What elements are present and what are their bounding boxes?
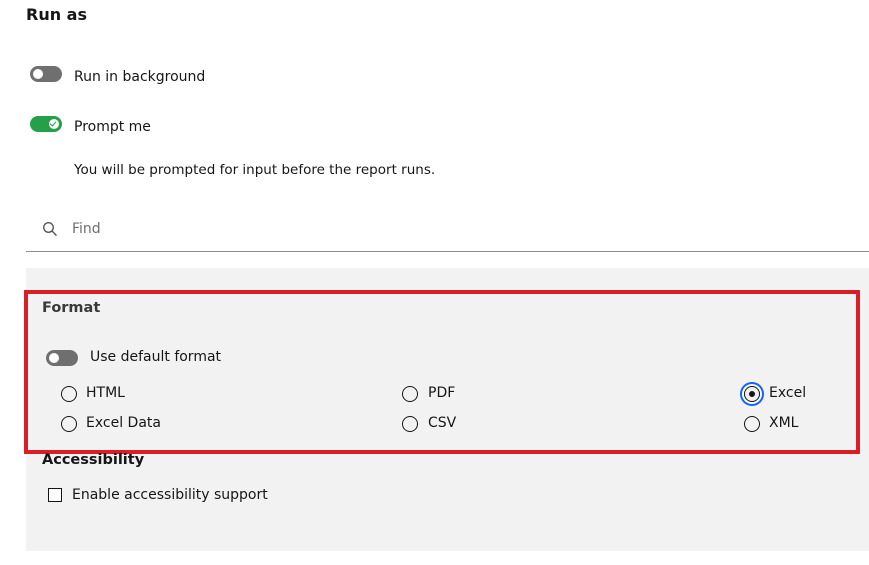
page-title: Run as	[26, 5, 87, 24]
prompt-me-helper-text: You will be prompted for input before th…	[74, 162, 436, 178]
format-highlight-box	[24, 290, 860, 454]
toggle-knob	[49, 119, 59, 129]
run-in-background-label: Run in background	[74, 69, 206, 85]
search-icon	[43, 222, 57, 236]
search-input[interactable]	[72, 216, 852, 242]
accessibility-checkbox-label: Enable accessibility support	[72, 487, 268, 503]
accessibility-checkbox[interactable]	[48, 488, 62, 502]
toggle-knob	[33, 69, 43, 79]
prompt-me-toggle[interactable]	[30, 116, 62, 132]
checkmark-icon	[49, 119, 57, 127]
accessibility-section-title: Accessibility	[42, 452, 145, 468]
prompt-me-label: Prompt me	[74, 119, 151, 135]
run-in-background-toggle[interactable]	[30, 66, 62, 82]
